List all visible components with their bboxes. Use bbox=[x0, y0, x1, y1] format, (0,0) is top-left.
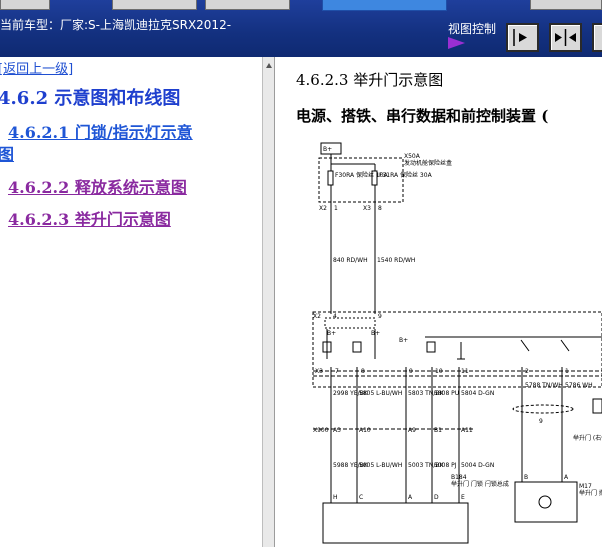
module-pin-9: 9 bbox=[378, 313, 382, 320]
fuse-block-name: 发动机舱保险丝盒 bbox=[404, 159, 452, 167]
conn-x3-bottom: X3 bbox=[315, 368, 323, 375]
module-conn-x2: X2 bbox=[313, 313, 321, 320]
bottom-pin-h: H bbox=[333, 494, 338, 501]
pin-7: 7 bbox=[335, 368, 339, 375]
header-bar: 当前车型：厂家:S-上海凯迪拉克SRX2012- 视图控制 bbox=[0, 0, 602, 57]
split-view-button[interactable] bbox=[549, 23, 582, 52]
pin-11: 11 bbox=[461, 368, 469, 375]
vehicle-label: 当前车型：厂家:S-上海凯迪拉克SRX2012- bbox=[0, 18, 232, 32]
wire2-row-5: 5004 D-GN bbox=[461, 462, 494, 469]
latch-assembly bbox=[322, 502, 469, 544]
bplus-3: B+ bbox=[399, 337, 408, 344]
nav-item-4623[interactable]: 4.6.2.3 举升门示意图 bbox=[8, 206, 171, 230]
doc-subtitle: 电源、搭铁、串行数据和前控制装置 ( bbox=[296, 107, 549, 125]
wire2-row-2: 5005 L-BU/WH bbox=[359, 462, 402, 469]
pane-splitter[interactable] bbox=[262, 57, 275, 547]
inline-pin-a3: A3 bbox=[333, 427, 341, 434]
wire-row-2: 5805 L-BU/WH bbox=[359, 390, 402, 397]
back-link[interactable]: [返回上一级] bbox=[0, 58, 73, 77]
doc-title: 4.6.2.3 举升门示意图 bbox=[296, 71, 444, 89]
navigation-pane: [返回上一级] 4.6.2 示意图和布线图 4.6.2.1 门锁/指示灯示意 图… bbox=[0, 57, 262, 547]
inline-pin-a9: A9 bbox=[408, 427, 416, 434]
expand-left-button[interactable] bbox=[592, 23, 602, 52]
wire-row-8: 5786 WH bbox=[565, 382, 593, 389]
conn-x3: X3 bbox=[363, 205, 371, 212]
loop-ref: 9 bbox=[539, 418, 543, 425]
bottom-pin-c: C bbox=[359, 494, 363, 501]
top-tab-1[interactable] bbox=[0, 0, 50, 10]
nav-item-4621[interactable]: 4.6.2.1 门锁/指示灯示意 bbox=[8, 119, 193, 143]
top-tab-2[interactable] bbox=[112, 0, 197, 10]
motor-m17 bbox=[514, 481, 578, 523]
bottom-pin-d: D bbox=[434, 494, 439, 501]
split-view-icon bbox=[555, 29, 576, 46]
bottom-pin-a: A bbox=[408, 494, 413, 501]
top-tab-3[interactable] bbox=[205, 0, 290, 10]
module-bplus-2: B+ bbox=[371, 330, 380, 337]
expand-right-button[interactable] bbox=[506, 23, 539, 52]
m17-name: 举升门 撑杆电机 (左) bbox=[579, 489, 602, 497]
m17-ref: M17 bbox=[579, 483, 592, 490]
motor-ref: B184 bbox=[451, 474, 467, 481]
top-tab-4[interactable] bbox=[530, 0, 602, 10]
fuse-block bbox=[318, 157, 404, 203]
content-pane: 4.6.2.3 举升门示意图 电源、搭铁、串行数据和前控制装置 (B+ X50… bbox=[275, 57, 602, 547]
wire-row-5: 5804 D-GN bbox=[461, 390, 494, 397]
wire-row-7: 5788 TN/WH bbox=[525, 382, 563, 389]
inline-pin-a10: A10 bbox=[359, 427, 371, 434]
scroll-up-icon[interactable] bbox=[266, 63, 272, 68]
inline-pin-a11: A11 bbox=[461, 427, 473, 434]
view-control-label: 视图控制 bbox=[448, 22, 497, 36]
pin-1: 1 bbox=[334, 205, 338, 212]
wiring-schematic: B+ X50A 发动机舱保险丝盒 F30RA 保险丝 10A F31RA 保险丝… bbox=[312, 142, 602, 544]
wire-1: 840 RD/WH bbox=[333, 257, 368, 264]
conn-x900: X900 bbox=[313, 427, 329, 434]
wire-2: 1540 RD/WH bbox=[377, 257, 415, 264]
fuse-2-label: F31RA 保险丝 30A bbox=[379, 171, 433, 179]
side-text: 举升门 (右侧) bbox=[573, 434, 602, 442]
conn-x2: X2 bbox=[319, 205, 327, 212]
view-control-arrow-icon bbox=[448, 37, 465, 49]
expand-right-icon bbox=[513, 29, 527, 46]
m17-pin-a: A bbox=[564, 474, 569, 481]
fuse-block-ref: X50A bbox=[404, 153, 421, 160]
pin-8b: 8 bbox=[361, 368, 365, 375]
power-label: B+ bbox=[323, 146, 332, 153]
inline-pin-b1: B1 bbox=[434, 427, 442, 434]
bottom-pin-e: E bbox=[461, 494, 465, 501]
pin-10: 10 bbox=[435, 368, 443, 375]
nav-section-462[interactable]: 4.6.2 示意图和布线图 bbox=[0, 84, 180, 110]
wire-row-4: 5808 PU bbox=[434, 390, 459, 397]
module-pin-4: 4 bbox=[333, 313, 337, 320]
m17-pin-b: B bbox=[524, 474, 528, 481]
module-bplus-1: B+ bbox=[327, 330, 336, 337]
nav-item-4622[interactable]: 4.6.2.2 释放系统示意图 bbox=[8, 174, 187, 198]
pin-1b: 1 bbox=[565, 368, 569, 375]
wire2-row-4: 5008 PJ bbox=[434, 462, 457, 469]
fuse-1 bbox=[327, 170, 334, 186]
top-tab-active[interactable] bbox=[322, 0, 447, 11]
pin-2: 2 bbox=[525, 368, 529, 375]
motor-name: 举升门 门锁 闩锁总成 bbox=[451, 480, 509, 488]
pin-9: 9 bbox=[409, 368, 413, 375]
nav-item-4621-cont[interactable]: 图 bbox=[0, 141, 14, 165]
pin-8: 8 bbox=[378, 205, 382, 212]
